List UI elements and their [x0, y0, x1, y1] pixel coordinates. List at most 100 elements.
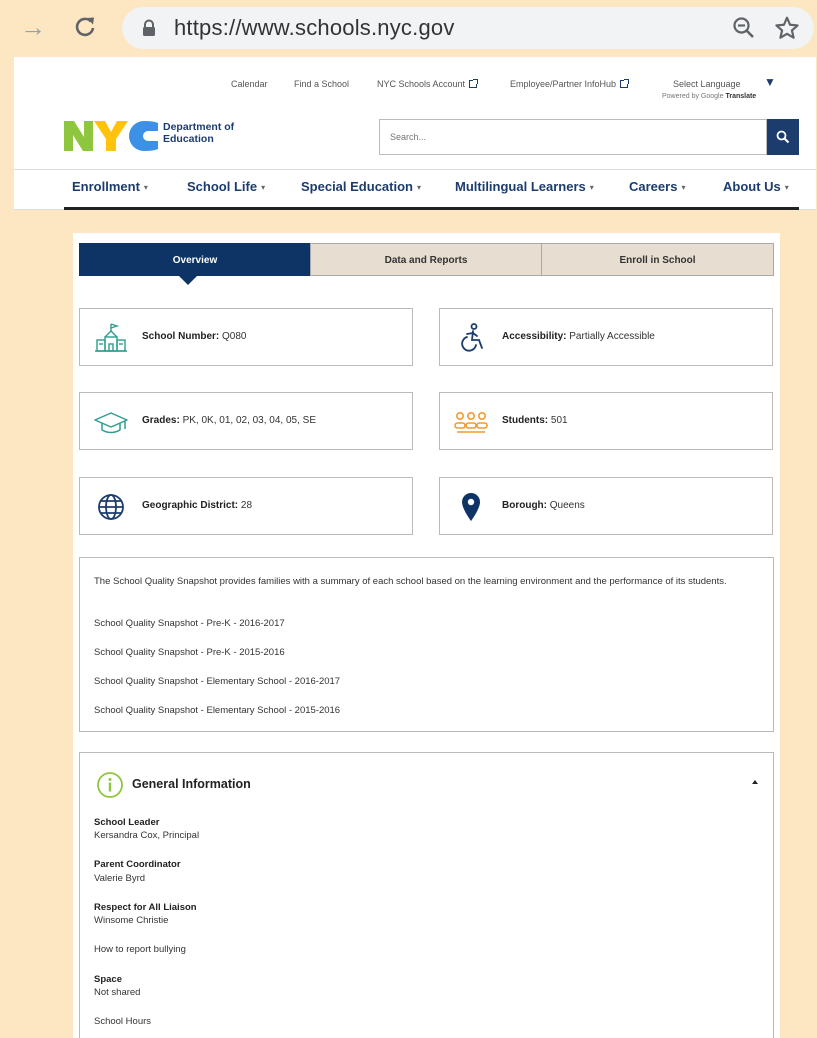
graduation-cap-icon [94, 412, 128, 434]
accessibility: Accessibility: Partially Accessible [502, 331, 655, 342]
card-value: PK, 0K, 01, 02, 03, 04, 05, SE [182, 415, 317, 426]
search-box [379, 119, 767, 155]
card-value: Partially Accessible [569, 331, 655, 342]
nyc-doe-logo[interactable]: Department of Education [64, 119, 264, 153]
external-link-icon [620, 79, 630, 88]
chevron-down-icon: ▾ [589, 183, 594, 192]
arrow-right-icon[interactable]: → [18, 12, 48, 42]
school-hours-link[interactable]: School Hours [94, 1016, 151, 1027]
browser-toolbar: → https://www.schools.nyc.gov [0, 0, 817, 56]
logo-dept-line: Department of [163, 121, 235, 133]
nav-label: School Life [187, 179, 258, 194]
tab-enroll-in-school[interactable]: Enroll in School [541, 243, 774, 276]
site-header: Calendar Find a School NYC Schools Accou… [14, 57, 816, 210]
search-button[interactable] [767, 119, 799, 155]
info-icon [97, 772, 123, 798]
search-input[interactable] [380, 120, 766, 154]
card-label: Borough: [502, 500, 547, 511]
card-value: 28 [240, 500, 253, 511]
external-link-icon [469, 79, 479, 88]
grades-card: Grades: PK, 0K, 01, 02, 03, 04, 05, SE [79, 392, 413, 450]
powered-by-translate: Powered by Google Translate [662, 93, 756, 100]
select-language[interactable]: Select Language [673, 79, 741, 89]
school-leader-label: School Leader [94, 817, 160, 828]
card-label: Geographic District: [142, 500, 239, 511]
snapshot-link[interactable]: School Quality Snapshot - Elementary Sch… [94, 705, 340, 716]
url-text: https://www.schools.nyc.gov [174, 15, 455, 40]
nav-label: Careers [629, 179, 678, 194]
nav-label: About Us [723, 179, 781, 194]
snapshot-link[interactable]: School Quality Snapshot - Pre-K - 2015-2… [94, 647, 285, 658]
nav-label: Special Education [301, 179, 413, 194]
caret-down-icon[interactable]: ▼ [764, 75, 776, 89]
students-icon [454, 412, 488, 433]
chevron-down-icon: ▾ [784, 183, 789, 192]
nav-label: Multilingual Learners [455, 179, 586, 194]
map-pin-icon [462, 493, 480, 521]
school-building-icon [95, 323, 127, 352]
nav-enrollment[interactable]: Enrollment ▾ [72, 179, 148, 194]
students: Students: 501 [502, 415, 568, 426]
geographic-district: Geographic District: 28 [142, 500, 252, 511]
logo-department-text: Department of Education [163, 121, 234, 145]
school-profile-panel: Overview Data and Reports Enroll in Scho… [73, 233, 780, 1038]
util-link-find-school[interactable]: Find a School [294, 79, 349, 89]
students-card: Students: 501 [439, 392, 773, 450]
borough: Borough: Queens [502, 500, 585, 511]
lock-icon [142, 19, 156, 42]
util-link-label: NYC Schools Account [377, 79, 466, 89]
chevron-down-icon: ▾ [143, 183, 148, 192]
nav-special-education[interactable]: Special Education ▾ [301, 179, 421, 194]
card-label: Grades: [142, 415, 180, 426]
globe-icon [98, 494, 124, 520]
respect-liaison-value: Winsome Christie [94, 915, 169, 926]
school-leader-value: Kersandra Cox, Principal [94, 830, 200, 841]
nav-multilingual-learners[interactable]: Multilingual Learners ▾ [455, 179, 594, 194]
util-link-calendar[interactable]: Calendar [231, 79, 268, 89]
util-link-infohub[interactable]: Employee/Partner InfoHub [510, 79, 630, 89]
active-tab-pointer [179, 276, 197, 285]
collapse-caret-icon[interactable] [752, 780, 758, 784]
nyc-logo-icon [64, 121, 158, 151]
parent-coordinator-value: Valerie Byrd [94, 873, 146, 884]
search-icon [776, 130, 790, 144]
utility-links: Calendar Find a School NYC Schools Accou… [14, 79, 816, 93]
wheelchair-icon [461, 323, 483, 352]
util-link-label: Employee/Partner InfoHub [510, 79, 617, 89]
chevron-down-icon: ▾ [681, 183, 686, 192]
tab-data-and-reports[interactable]: Data and Reports [310, 243, 542, 276]
report-bullying-link[interactable]: How to report bullying [94, 944, 186, 955]
card-value: Queens [549, 500, 585, 511]
chevron-down-icon: ▾ [261, 183, 266, 192]
geographic-district-card: Geographic District: 28 [79, 477, 413, 535]
grades: Grades: PK, 0K, 01, 02, 03, 04, 05, SE [142, 415, 316, 426]
nav-careers[interactable]: Careers ▾ [629, 179, 685, 194]
snapshot-link[interactable]: School Quality Snapshot - Elementary Sch… [94, 676, 340, 687]
school-quality-snapshot: The School Quality Snapshot provides fam… [79, 557, 774, 732]
school-number: School Number: Q080 [142, 331, 246, 342]
respect-liaison-label: Respect for All Liaison [94, 902, 197, 913]
snapshot-link[interactable]: School Quality Snapshot - Pre-K - 2016-2… [94, 618, 285, 629]
snapshot-description: The School Quality Snapshot provides fam… [94, 576, 727, 587]
star-icon[interactable] [774, 15, 800, 46]
card-label: Accessibility: [502, 331, 567, 342]
nav-label: Enrollment [72, 179, 140, 194]
main-navigation: Enrollment ▾ School Life ▾ Special Educati… [14, 169, 816, 209]
address-bar[interactable]: https://www.schools.nyc.gov [122, 7, 814, 49]
tab-overview[interactable]: Overview [79, 243, 311, 276]
school-number-card: School Number: Q080 [79, 308, 413, 366]
general-info-title: General Information [132, 777, 251, 791]
util-link-nyc-schools-account[interactable]: NYC Schools Account [377, 79, 479, 89]
parent-coordinator-label: Parent Coordinator [94, 859, 181, 870]
nav-school-life[interactable]: School Life ▾ [187, 179, 265, 194]
reload-icon[interactable] [70, 12, 100, 42]
logo-edu-line: Education [163, 133, 214, 145]
zoom-out-icon[interactable] [732, 16, 756, 45]
translate-text[interactable]: Translate [725, 93, 756, 100]
profile-tabs: Overview Data and Reports Enroll in Scho… [79, 243, 774, 276]
card-label: Students: [502, 415, 549, 426]
nav-about-us[interactable]: About Us ▾ [723, 179, 789, 194]
card-value: 501 [550, 415, 568, 426]
space-label: Space [94, 974, 122, 985]
general-information-section: General Information School Leader Kersan… [79, 752, 774, 1038]
